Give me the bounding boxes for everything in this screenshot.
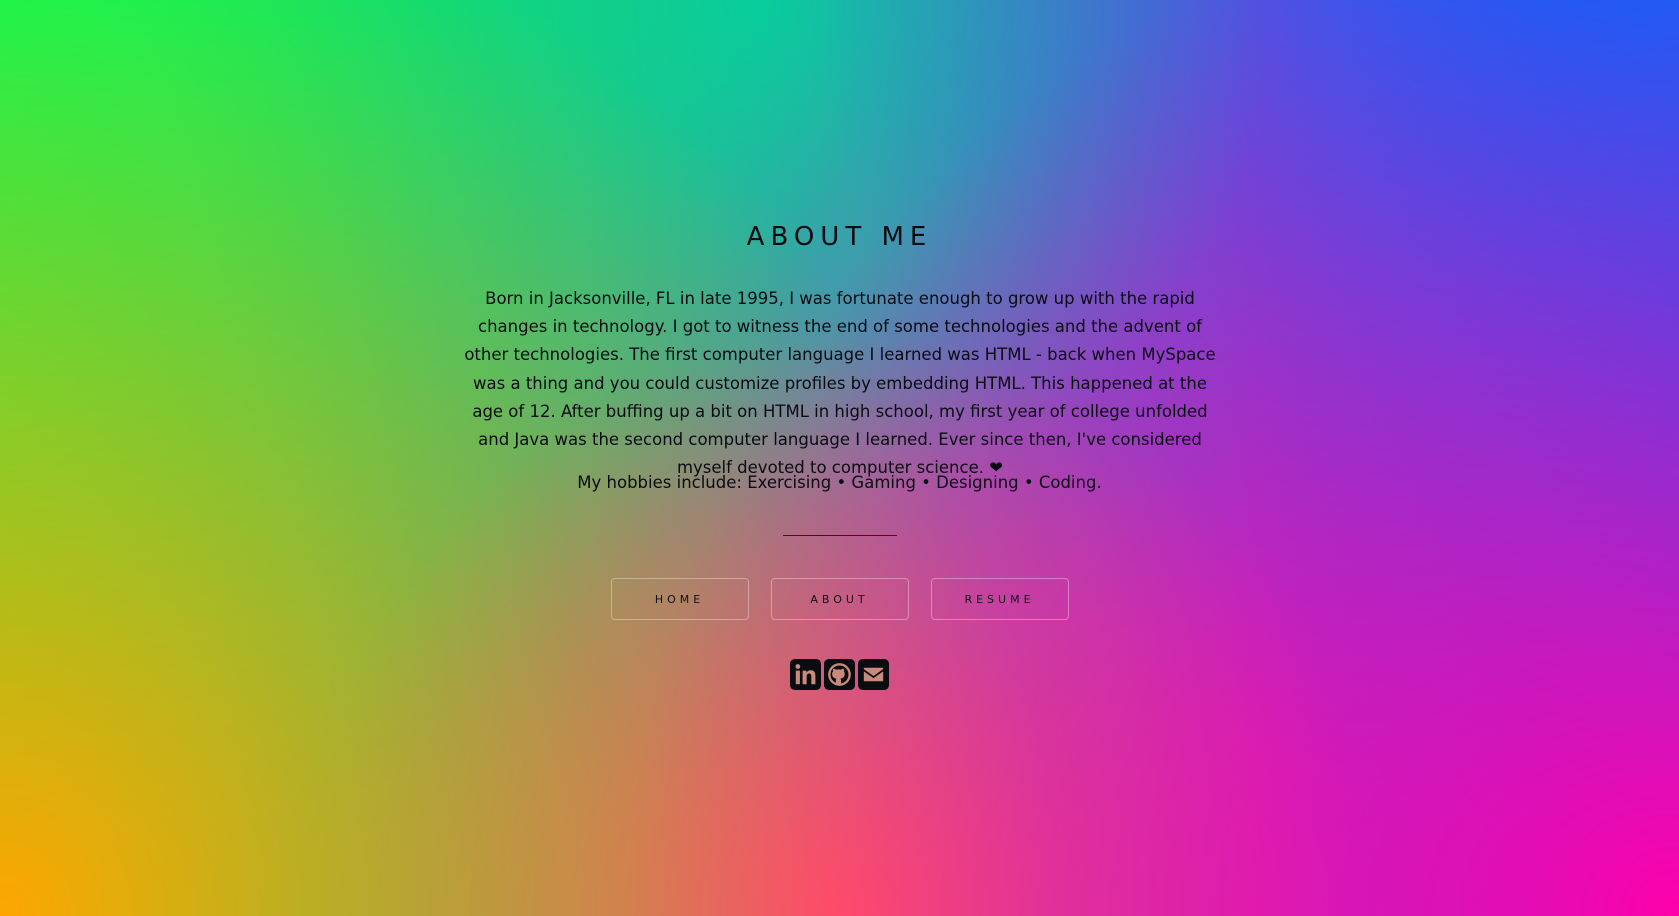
divider (783, 535, 897, 536)
about-button[interactable]: ABOUT (770, 578, 909, 620)
bio-paragraph: Born in Jacksonville, FL in late 1995, I… (458, 285, 1222, 482)
nav-buttons: HOME ABOUT RESUME (0, 578, 1679, 620)
page-title: ABOUT ME (746, 222, 933, 252)
about-section: ABOUT ME Born in Jacksonville, FL in lat… (0, 0, 1679, 916)
envelope-icon[interactable] (858, 659, 889, 690)
hobbies-text: My hobbies include: Exercising • Gaming … (577, 473, 1102, 492)
resume-button[interactable]: RESUME (930, 578, 1069, 620)
home-button[interactable]: HOME (610, 578, 749, 620)
bio-text: Born in Jacksonville, FL in late 1995, I… (464, 289, 1216, 478)
linkedin-icon[interactable] (790, 659, 821, 690)
social-links (0, 659, 1679, 690)
github-icon[interactable] (824, 659, 855, 690)
